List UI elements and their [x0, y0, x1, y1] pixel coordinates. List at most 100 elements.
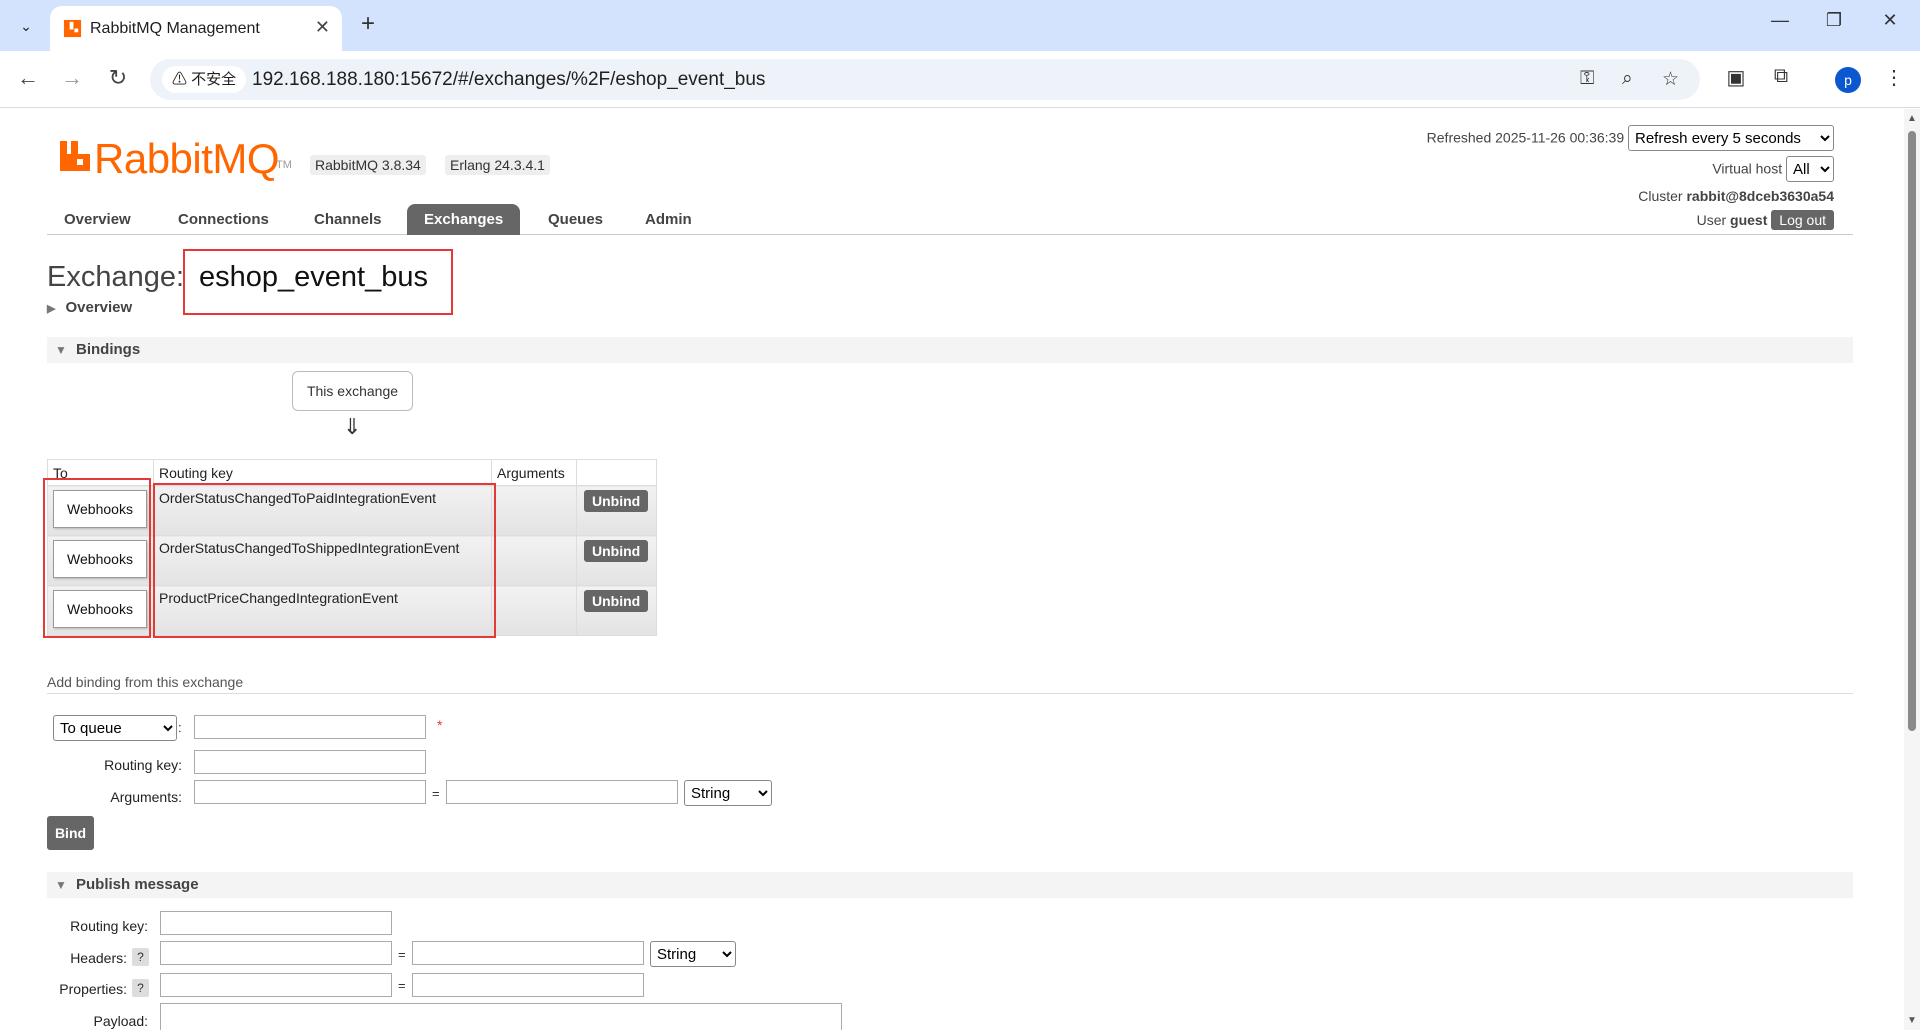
column-header-arguments: Arguments	[491, 459, 577, 486]
argument-type-select[interactable]: String	[684, 780, 772, 806]
argument-value-input[interactable]	[446, 780, 678, 804]
vhost-select[interactable]: All	[1786, 156, 1834, 182]
minimize-icon[interactable]: —	[1760, 10, 1800, 31]
properties-label: Properties:	[59, 981, 127, 997]
back-icon[interactable]: ←	[12, 65, 44, 91]
binding-routing-key-input[interactable]	[194, 750, 426, 774]
url-text[interactable]: 192.168.188.180:15672/#/exchanges/%2F/es…	[252, 69, 765, 91]
refreshed-text: Refreshed 2025-11-26 00:36:39	[1426, 129, 1625, 146]
binding-arguments	[491, 535, 577, 586]
tab-queues[interactable]: Queues	[531, 204, 620, 235]
refresh-interval-select[interactable]: Refresh every 5 seconds	[1628, 125, 1834, 151]
unbind-button[interactable]: Unbind	[584, 540, 649, 562]
required-marker: *	[437, 717, 443, 733]
column-header-actions	[576, 459, 657, 486]
vhost-label: Virtual host	[1712, 160, 1783, 177]
tab-admin[interactable]: Admin	[628, 204, 709, 235]
argument-key-input[interactable]	[194, 780, 426, 804]
cluster-row: Cluster rabbit@8dceb3630a54	[1638, 188, 1834, 204]
payload-label: Payload:	[93, 1013, 148, 1029]
reload-icon[interactable]: ↻	[102, 65, 134, 91]
publish-section-label: Publish message	[76, 876, 199, 893]
down-arrow-icon: ⇓	[343, 414, 362, 439]
restore-icon[interactable]: ❐	[1814, 10, 1854, 31]
bindings-section-label: Bindings	[76, 341, 141, 358]
logo-trademark: TM	[276, 159, 292, 171]
destination-name-input[interactable]	[194, 715, 426, 739]
new-tab-icon[interactable]: +	[352, 10, 384, 38]
expand-triangle-icon: ▶	[47, 303, 56, 315]
password-key-icon[interactable]: ⚿	[1580, 68, 1594, 90]
tab-title: RabbitMQ Management	[90, 20, 260, 37]
headers-help-icon[interactable]: ?	[132, 948, 149, 966]
logo-text: RabbitMQ	[94, 135, 280, 182]
property-value-input[interactable]	[412, 973, 644, 997]
properties-help-icon[interactable]: ?	[132, 979, 149, 997]
cluster-label: Cluster	[1638, 188, 1683, 204]
add-binding-title: Add binding from this exchange	[47, 674, 1853, 694]
omnibox[interactable]: ⚠ 不安全 192.168.188.180:15672/#/exchanges/…	[150, 59, 1700, 100]
unbind-button[interactable]: Unbind	[584, 490, 649, 512]
headers-label: Headers:	[70, 950, 127, 966]
highlight-routing-key-column	[153, 483, 496, 638]
tab-connections[interactable]: Connections	[161, 204, 286, 235]
this-exchange-box: This exchange	[292, 371, 413, 411]
equals-sign: =	[432, 786, 440, 801]
browser-tab-bar: ⌄ RabbitMQ Management ✕ + — ❐ ✕	[0, 0, 1920, 51]
publish-routing-key-label: Routing key:	[70, 918, 148, 934]
header-value-input[interactable]	[412, 941, 644, 965]
destination-type-select[interactable]: To queue	[53, 715, 177, 741]
bookmark-star-icon[interactable]: ☆	[1662, 68, 1679, 91]
cluster-value: rabbit@8dceb3630a54	[1686, 188, 1834, 204]
unbind-button[interactable]: Unbind	[584, 590, 649, 612]
binding-arguments	[491, 585, 577, 636]
payload-textarea[interactable]	[160, 1003, 842, 1030]
scroll-thumb[interactable]	[1908, 131, 1916, 731]
column-header-routing-key: Routing key	[153, 459, 492, 486]
browser-tab[interactable]: RabbitMQ Management ✕	[50, 6, 342, 51]
forward-icon[interactable]: →	[56, 65, 88, 91]
scroll-up-arrow-icon[interactable]: ▲	[1907, 113, 1917, 124]
tab-search-chevron-icon[interactable]: ⌄	[10, 10, 42, 42]
bind-button[interactable]: Bind	[47, 816, 94, 850]
erlang-badge: Erlang 24.3.4.1	[445, 155, 550, 175]
tab-channels[interactable]: Channels	[297, 204, 399, 235]
binding-arguments	[491, 485, 577, 536]
extension-app-icon[interactable]: ▣	[1720, 65, 1752, 90]
tab-exchanges[interactable]: Exchanges	[407, 204, 521, 235]
scroll-down-arrow-icon[interactable]: ▼	[1907, 1015, 1917, 1026]
equals-sign: =	[398, 978, 406, 993]
page-title-prefix: Exchange:	[47, 261, 185, 293]
tab-close-icon[interactable]: ✕	[315, 17, 330, 38]
overview-section-toggle[interactable]: ▶ Overview	[47, 299, 132, 316]
bindings-section-header[interactable]: ▼ Bindings	[47, 337, 1853, 363]
equals-sign: =	[398, 947, 406, 962]
window-close-icon[interactable]: ✕	[1870, 10, 1910, 31]
browser-menu-icon[interactable]: ⋮	[1878, 65, 1910, 90]
highlight-destination-column	[43, 478, 151, 638]
profile-avatar[interactable]: p	[1835, 67, 1861, 93]
security-indicator[interactable]: ⚠ 不安全	[162, 66, 247, 93]
rabbitmq-logo-icon	[60, 141, 90, 171]
extensions-puzzle-icon[interactable]: ⧉	[1765, 65, 1797, 88]
main-nav: Overview Connections Channels Exchanges …	[47, 204, 1853, 235]
page-scrollbar[interactable]: ▲ ▼	[1904, 109, 1920, 1030]
rabbitmq-favicon-icon	[63, 19, 82, 38]
exchange-name-highlighted: eshop_event_bus	[183, 249, 453, 315]
arguments-label: Arguments:	[110, 789, 182, 805]
publish-routing-key-input[interactable]	[160, 911, 392, 935]
vhost-row: Virtual host All	[1712, 156, 1834, 182]
overview-section-label: Overview	[65, 299, 133, 316]
publish-section-header[interactable]: ▼ Publish message	[47, 872, 1853, 898]
tab-overview[interactable]: Overview	[47, 204, 148, 235]
page-content: RabbitMQ TM RabbitMQ 3.8.34 Erlang 24.3.…	[0, 109, 1904, 1030]
property-key-input[interactable]	[160, 973, 392, 997]
header-type-select[interactable]: String	[650, 941, 736, 967]
collapse-triangle-icon: ▼	[55, 343, 67, 357]
header-key-input[interactable]	[160, 941, 392, 965]
colon-separator: :	[178, 720, 182, 735]
version-badge: RabbitMQ 3.8.34	[310, 155, 426, 175]
refresh-row: Refreshed 2025-11-26 00:36:39 Refresh ev…	[1427, 125, 1834, 151]
zoom-icon[interactable]: ⌕	[1622, 68, 1633, 90]
collapse-triangle-icon: ▼	[55, 878, 67, 892]
